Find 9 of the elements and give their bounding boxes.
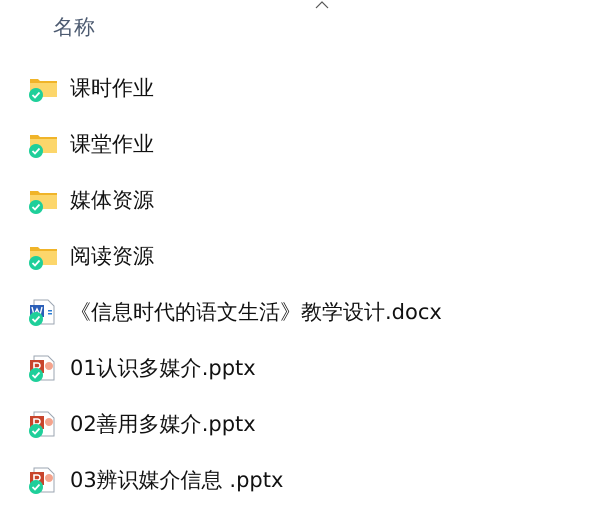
- file-name[interactable]: 01认识多媒介.pptx: [70, 354, 256, 382]
- file-name[interactable]: 《信息时代的语文生活》教学设计.docx: [70, 298, 442, 326]
- file-name[interactable]: 课时作业: [70, 74, 154, 102]
- file-name[interactable]: 媒体资源: [70, 186, 154, 214]
- file-name[interactable]: 课堂作业: [70, 130, 154, 158]
- file-name[interactable]: 02善用多媒介.pptx: [70, 410, 256, 438]
- column-header[interactable]: 名称: [53, 13, 95, 41]
- file-name[interactable]: 03辨识媒介信息 .pptx: [70, 466, 284, 494]
- file-name[interactable]: 阅读资源: [70, 242, 154, 270]
